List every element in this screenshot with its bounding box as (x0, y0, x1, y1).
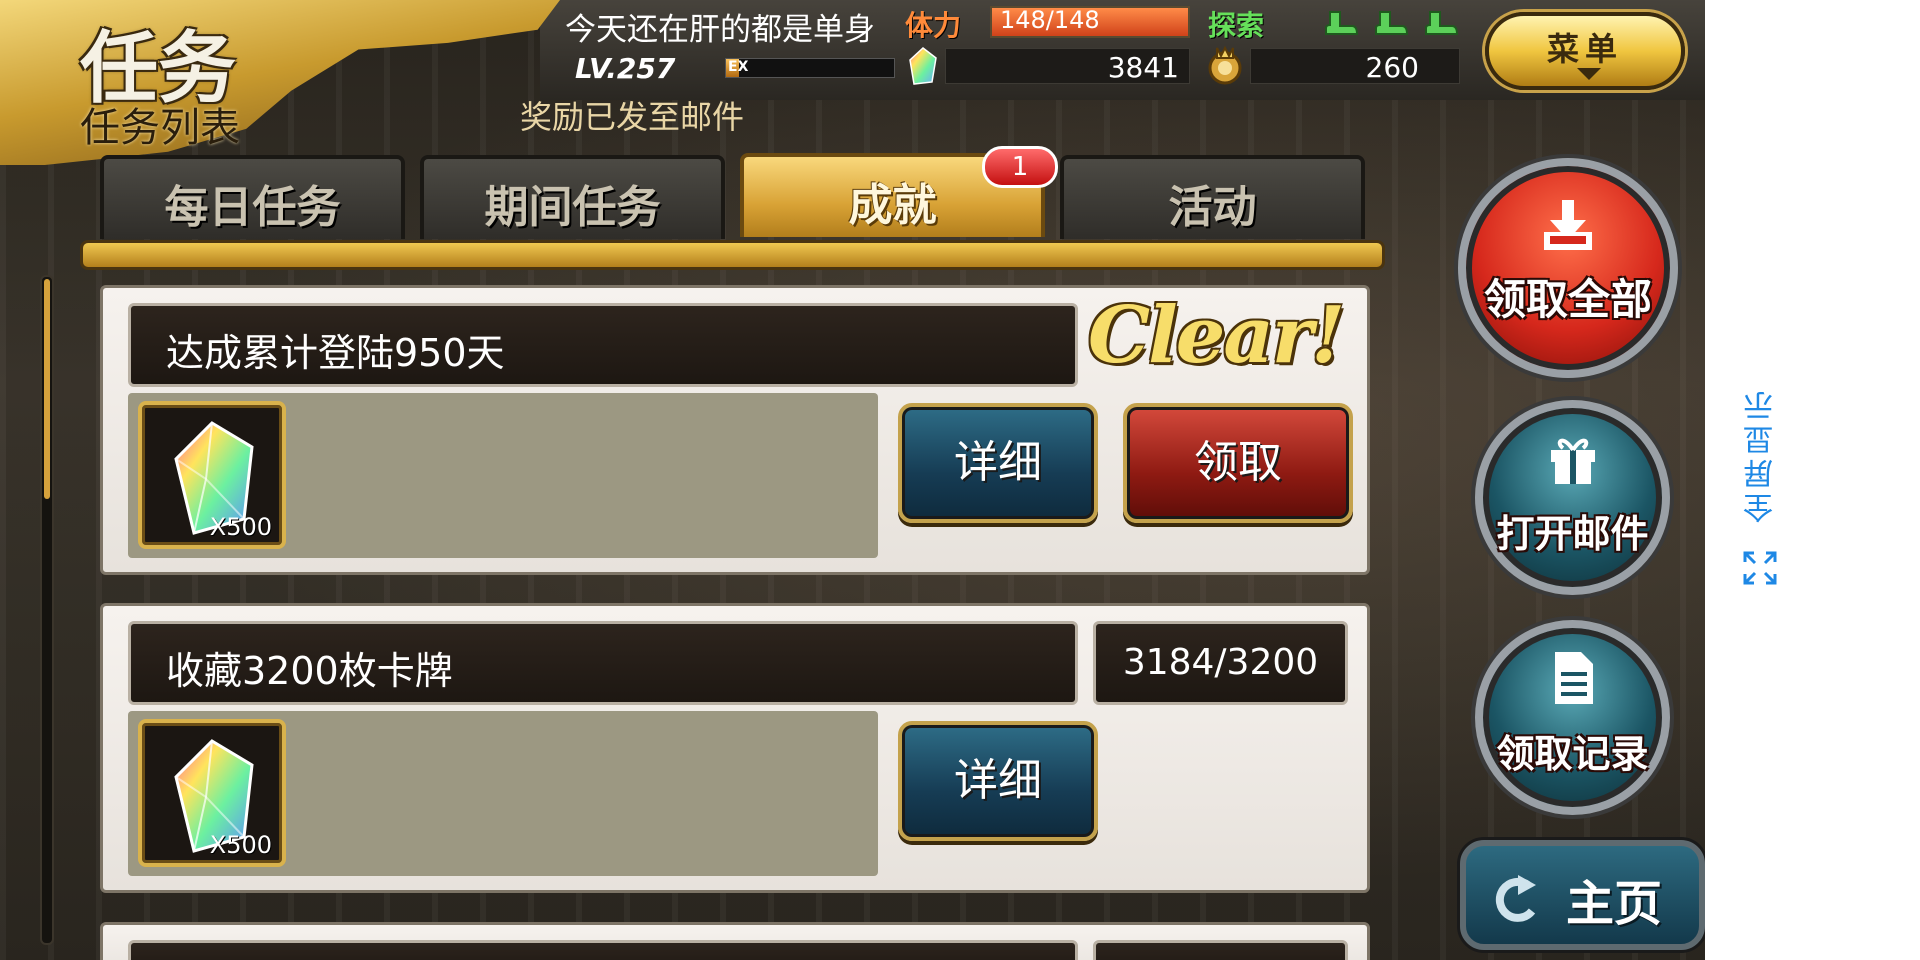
detail-button[interactable]: 详细 (898, 721, 1098, 841)
task-card: 达成累计登陆950天 Clear! X500 详细 领取 (100, 285, 1370, 575)
task-progress-text: 3184/3200 (1122, 642, 1319, 683)
stamina-label: 体力 (905, 9, 962, 42)
scrollbar[interactable] (40, 275, 54, 945)
task-progress: 3184/3200 (1093, 621, 1348, 705)
notification-badge: 1 (982, 146, 1058, 188)
home-button[interactable]: 主页 (1460, 840, 1705, 950)
reward-quantity: X500 (209, 513, 272, 541)
tab-events[interactable]: 活动 (1060, 155, 1365, 239)
home-label: 主页 (1566, 876, 1663, 932)
coin-counter: 260 (1250, 48, 1460, 84)
medal-icon (1208, 45, 1242, 85)
explore-label: 探索 (1208, 9, 1265, 42)
boot-icon (1325, 11, 1358, 35)
gem-icon (909, 47, 937, 85)
reward-area: X500 (128, 393, 878, 558)
task-card (100, 922, 1370, 960)
claim-history-label: 领取记录 (1496, 732, 1649, 776)
tab-daily[interactable]: 每日任务 (100, 155, 405, 239)
detail-button[interactable]: 详细 (898, 403, 1098, 523)
expand-icon (1743, 551, 1777, 585)
gem-counter: 3841 (945, 48, 1190, 84)
task-progress (1093, 940, 1348, 960)
reward-area: X500 (128, 711, 878, 876)
gift-icon (1550, 438, 1595, 484)
page-subtitle: 任务列表 (80, 105, 240, 151)
game-screen: 任务 任务列表 今天还在肝的都是单身 LV.257 EX 体力 148/148 … (0, 0, 1705, 960)
task-title-box: 收藏3200枚卡牌 (128, 621, 1078, 705)
claim-history-button[interactable]: 领取记录 (1475, 620, 1670, 815)
fullscreen-button[interactable]: 全屏显示 (1740, 370, 1780, 600)
detail-button-label: 详细 (954, 755, 1042, 806)
clear-stamp: Clear! (1088, 290, 1345, 381)
player-name: 今天还在肝的都是单身 (565, 12, 875, 48)
open-mail-button[interactable]: 打开邮件 (1475, 400, 1670, 595)
gem-count: 3841 (1107, 51, 1179, 84)
tab-label: 期间任务 (484, 182, 661, 233)
task-card: 收藏3200枚卡牌 3184/3200 X500 详细 (100, 603, 1370, 893)
coin-count: 260 (1365, 51, 1419, 84)
boot-icon (1375, 11, 1408, 35)
notice-text: 奖励已发至邮件 (520, 98, 745, 136)
scrollbar-thumb[interactable] (44, 279, 50, 499)
reward-quantity: X500 (209, 831, 272, 859)
badge-count: 1 (1011, 152, 1029, 182)
level-display: LV.257 EX (575, 52, 895, 85)
detail-button-label: 详细 (954, 437, 1042, 488)
tab-rail (80, 240, 1385, 270)
level-text: LV.257 (575, 52, 676, 85)
menu-label: 菜单 (1546, 30, 1623, 68)
exp-bar: EX (725, 58, 895, 78)
claim-button[interactable]: 领取 (1123, 403, 1353, 523)
task-title: 达成累计登陆950天 (166, 331, 505, 375)
fullscreen-label: 全屏显示 (1744, 387, 1779, 523)
open-mail-label: 打开邮件 (1496, 512, 1649, 556)
claim-all-label: 领取全部 (1483, 275, 1652, 324)
task-title-box (128, 940, 1078, 960)
menu-button[interactable]: 菜单 (1485, 12, 1685, 90)
claim-all-button[interactable]: 领取全部 (1458, 158, 1678, 378)
task-title: 收藏3200枚卡牌 (166, 649, 453, 693)
download-icon (1544, 200, 1592, 250)
system-side-panel (1705, 0, 1920, 960)
reward-item[interactable]: X500 (138, 401, 286, 549)
reward-item[interactable]: X500 (138, 719, 286, 867)
tab-label: 活动 (1168, 182, 1257, 233)
return-arrow-icon (1495, 875, 1536, 922)
boot-icon (1425, 11, 1458, 35)
chevron-down-icon (1577, 68, 1601, 80)
tab-period[interactable]: 期间任务 (420, 155, 725, 239)
document-icon (1554, 652, 1593, 704)
exp-label: EX (728, 59, 749, 75)
stamina-value: 148/148 (1000, 6, 1100, 34)
tab-label: 每日任务 (164, 182, 341, 233)
task-title-box: 达成累计登陆950天 (128, 303, 1078, 387)
claim-button-label: 领取 (1194, 437, 1282, 488)
